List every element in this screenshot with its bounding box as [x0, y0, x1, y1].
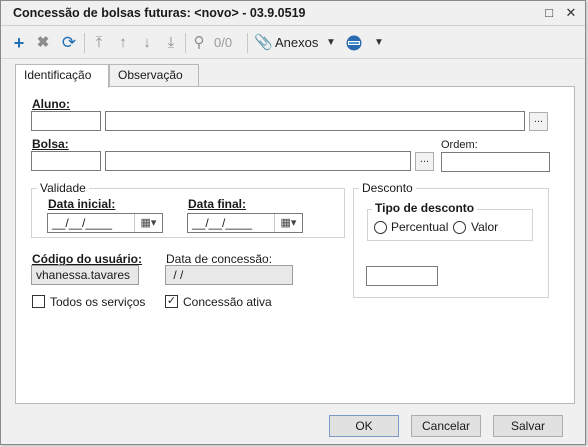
window-title: Concessão de bolsas futuras: <novo> - 03…	[13, 6, 306, 20]
calendar-icon[interactable]: ▦▾	[134, 214, 162, 232]
process-dropdown-icon[interactable]: ▼	[374, 33, 384, 53]
toolbar: + ✖ ⟳ ⤒ ↑ ↓ ⤓ ⚲ 0/0 📎 Anexos ▼ ▼	[1, 27, 585, 59]
todos-servicos-label: Todos os serviços	[50, 295, 146, 309]
next-record-icon[interactable]: ↓	[138, 33, 156, 53]
valor-radio[interactable]	[453, 221, 466, 234]
aluno-label: Aluno:	[32, 97, 70, 111]
calendar-icon[interactable]: ▦▾	[274, 214, 302, 232]
toolbar-separator	[247, 33, 248, 53]
dialog-window: Concessão de bolsas futuras: <novo> - 03…	[0, 0, 586, 445]
bolsa-code-input[interactable]	[31, 151, 101, 171]
process-icon[interactable]	[344, 33, 364, 53]
aluno-code-input[interactable]	[31, 111, 101, 131]
previous-record-icon[interactable]: ↑	[114, 33, 132, 53]
codigo-usuario-input: vhanessa.tavares	[31, 265, 139, 285]
bolsa-lookup-button[interactable]: ...	[415, 152, 434, 171]
paperclip-icon[interactable]: 📎	[254, 33, 273, 53]
todos-servicos-checkbox[interactable]	[32, 295, 45, 308]
percentual-radio[interactable]	[374, 221, 387, 234]
data-inicial-label: Data inicial:	[48, 197, 116, 211]
ok-button[interactable]: OK	[329, 415, 399, 437]
desconto-value-input[interactable]	[366, 266, 438, 286]
toolbar-separator	[84, 33, 85, 53]
data-inicial-input[interactable]: __/__/____ ▦▾	[47, 213, 163, 233]
data-final-value: __/__/____	[192, 216, 253, 230]
codigo-usuario-label: Código do usuário:	[32, 252, 142, 266]
search-icon[interactable]: ⚲	[190, 33, 208, 53]
data-inicial-value: __/__/____	[52, 216, 113, 230]
tipo-desconto-legend: Tipo de desconto	[372, 201, 478, 215]
tab-identificacao[interactable]: Identificação	[15, 64, 109, 88]
toolbar-separator	[185, 33, 186, 53]
aluno-lookup-button[interactable]: ...	[529, 112, 548, 131]
data-concessao-input: / /	[165, 265, 293, 285]
tab-observacao[interactable]: Observação	[109, 64, 199, 86]
title-bar: Concessão de bolsas futuras: <novo> - 03…	[1, 1, 585, 26]
cancel-button[interactable]: Cancelar	[411, 415, 481, 437]
search-count: 0/0	[214, 35, 233, 50]
delete-icon[interactable]: ✖	[34, 33, 52, 53]
maximize-icon[interactable]: □	[541, 5, 557, 21]
valor-label: Valor	[471, 220, 499, 234]
data-final-label: Data final:	[188, 197, 247, 211]
add-icon[interactable]: +	[10, 33, 28, 53]
attachments-button[interactable]: Anexos	[275, 33, 318, 53]
percentual-label: Percentual	[391, 220, 449, 234]
tab-panel: Aluno: ... Bolsa: ... Ordem: Validade Da…	[15, 86, 575, 404]
desconto-legend: Desconto	[359, 181, 416, 195]
concessao-ativa-checkbox[interactable]: ✓	[165, 295, 178, 308]
last-record-icon[interactable]: ⤓	[162, 33, 180, 53]
first-record-icon[interactable]: ⤒	[90, 33, 108, 53]
data-final-input[interactable]: __/__/____ ▦▾	[187, 213, 303, 233]
attachments-dropdown-icon[interactable]: ▼	[326, 33, 336, 53]
refresh-icon[interactable]: ⟳	[59, 33, 79, 53]
save-button[interactable]: Salvar	[493, 415, 563, 437]
close-icon[interactable]: ✕	[563, 5, 579, 21]
ordem-label: Ordem:	[441, 139, 478, 151]
ordem-input[interactable]	[441, 152, 550, 172]
data-concessao-label: Data de concessão:	[166, 252, 273, 266]
bolsa-label: Bolsa:	[32, 137, 69, 151]
aluno-name-input[interactable]	[105, 111, 525, 131]
concessao-ativa-label: Concessão ativa	[183, 295, 272, 309]
validade-legend: Validade	[37, 181, 89, 195]
bolsa-name-input[interactable]	[105, 151, 411, 171]
